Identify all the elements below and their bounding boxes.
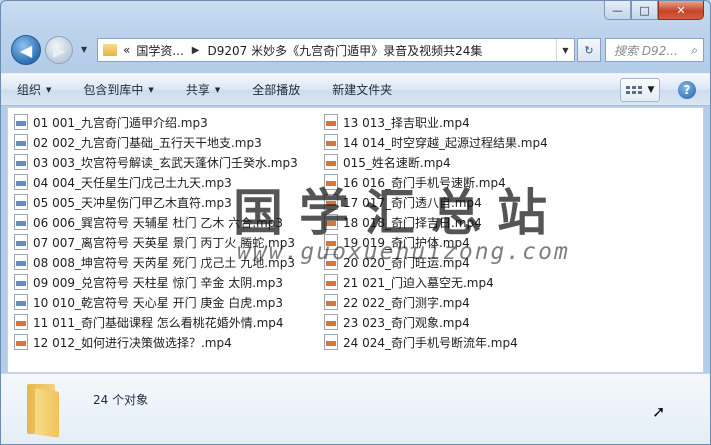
organize-label: 组织: [17, 83, 42, 97]
video-file-icon: [324, 134, 338, 150]
help-icon[interactable]: ?: [678, 81, 696, 99]
video-file-icon: [14, 314, 28, 330]
audio-file-icon: [14, 214, 28, 230]
file-name: 015_姓名速断.mp4: [343, 155, 451, 170]
file-item[interactable]: 02 002_九宫奇门基础_五行天干地支.mp3: [14, 132, 298, 152]
audio-file-icon: [14, 274, 28, 290]
chevron-down-icon: ▼: [647, 85, 655, 95]
file-name: 05 005_天冲星伤门甲乙木直符.mp3: [33, 195, 232, 210]
video-file-icon: [324, 154, 338, 170]
share-button[interactable]: 共享 ▼: [186, 81, 220, 98]
video-file-icon: [324, 274, 338, 290]
file-name: 11 011_奇门基础课程 怎么看桃花婚外情.mp4: [33, 315, 284, 330]
audio-file-icon: [14, 174, 28, 190]
view-controls: ▼ ?: [620, 78, 696, 102]
search-input[interactable]: 搜索 D92... ⌕: [605, 38, 704, 62]
audio-file-icon: [14, 254, 28, 270]
play-all-button[interactable]: 全部播放: [252, 81, 300, 98]
change-view-button[interactable]: ▼: [620, 78, 660, 102]
include-in-library-button[interactable]: 包含到库中 ▼: [83, 81, 153, 98]
video-file-icon: [324, 314, 338, 330]
file-item[interactable]: 09 009_兑宫符号 天柱星 惊门 辛金 太阴.mp3: [14, 272, 298, 292]
video-file-icon: [14, 334, 28, 350]
audio-file-icon: [14, 194, 28, 210]
audio-file-icon: [14, 134, 28, 150]
file-name: 03 003_坎宫符号解读_玄武天蓬休门壬癸水.mp3: [33, 155, 298, 170]
close-button[interactable]: ✕: [658, 1, 704, 20]
file-name: 10 010_乾宫符号 天心星 开门 庚金 白虎.mp3: [33, 295, 284, 310]
folder-icon: [27, 384, 67, 438]
file-name: 12 012_如何进行决策做选择？.mp4: [33, 335, 232, 350]
breadcrumb-separator-icon[interactable]: ▶: [192, 45, 200, 56]
file-name: 23 023_奇门观象.mp4: [343, 315, 470, 330]
file-item[interactable]: 015_姓名速断.mp4: [324, 152, 548, 172]
file-name: 24 024_奇门手机号断流年.mp4: [343, 335, 518, 350]
file-item[interactable]: 03 003_坎宫符号解读_玄武天蓬休门壬癸水.mp3: [14, 152, 298, 172]
file-item[interactable]: 10 010_乾宫符号 天心星 开门 庚金 白虎.mp3: [14, 292, 298, 312]
organize-button[interactable]: 组织 ▼: [17, 81, 51, 98]
video-file-icon: [324, 334, 338, 350]
file-name: 01 001_九宫奇门遁甲介绍.mp3: [33, 115, 208, 130]
file-name: 09 009_兑宫符号 天柱星 惊门 辛金 太阴.mp3: [33, 275, 284, 290]
share-label: 共享: [185, 83, 210, 97]
back-arrow-icon[interactable]: ◀: [11, 35, 41, 65]
file-item[interactable]: 12 012_如何进行决策做选择？.mp4: [14, 332, 298, 352]
video-file-icon: [324, 114, 338, 130]
recent-pages-dropdown-icon[interactable]: ▼: [81, 45, 87, 54]
file-item[interactable]: 21 021_门迫入墓空无.mp4: [324, 272, 548, 292]
mouse-cursor-icon: ➚: [652, 402, 666, 421]
file-name: 13 013_择吉职业.mp4: [343, 115, 470, 130]
address-overflow-chevron[interactable]: «: [123, 43, 130, 57]
file-item[interactable]: 13 013_择吉职业.mp4: [324, 112, 548, 132]
breadcrumb-current[interactable]: D9207 米妙多《九宫奇门遁甲》录音及视频共24集: [208, 42, 483, 59]
audio-file-icon: [14, 114, 28, 130]
item-count: 24 个对象: [93, 393, 149, 407]
file-item[interactable]: 24 024_奇门手机号断流年.mp4: [324, 332, 548, 352]
video-file-icon: [324, 294, 338, 310]
new-folder-button[interactable]: 新建文件夹: [332, 81, 392, 98]
file-item[interactable]: 01 001_九宫奇门遁甲介绍.mp3: [14, 112, 298, 132]
file-item[interactable]: 14 014_时空穿越_起源过程结果.mp4: [324, 132, 548, 152]
watermark-url: www.guoxuehuizong.com: [237, 239, 570, 265]
chevron-down-icon: ▼: [214, 85, 221, 94]
file-item[interactable]: 22 022_奇门测字.mp4: [324, 292, 548, 312]
audio-file-icon: [14, 294, 28, 310]
command-bar: 组织 ▼ 包含到库中 ▼ 共享 ▼ 全部播放 新建文件夹 ▼ ?: [1, 73, 710, 106]
breadcrumb-parent[interactable]: 国学资...: [136, 42, 183, 59]
file-name: 14 014_时空穿越_起源过程结果.mp4: [343, 135, 548, 150]
explorer-window: — □ ✕ ◀ ▶ ▼ « 国学资... ▶ D9207 米妙多《九宫奇门遁甲》…: [0, 0, 711, 445]
caption-buttons: — □ ✕: [604, 1, 704, 20]
audio-file-icon: [14, 234, 28, 250]
details-pane: 24 个对象: [1, 373, 710, 444]
file-name: 21 021_门迫入墓空无.mp4: [343, 275, 494, 290]
watermark-title: 国学汇总站: [233, 183, 563, 242]
search-icon[interactable]: ⌕: [691, 43, 698, 58]
maximize-button[interactable]: □: [631, 1, 658, 20]
chevron-down-icon: ▼: [148, 85, 154, 94]
file-item[interactable]: 23 023_奇门观象.mp4: [324, 312, 548, 332]
list-view-icon: [625, 86, 642, 94]
minimize-button[interactable]: —: [604, 1, 631, 20]
chevron-down-icon: ▼: [46, 85, 52, 94]
include-library-label: 包含到库中: [83, 83, 144, 97]
folder-icon: [103, 44, 117, 56]
file-item[interactable]: 11 011_奇门基础课程 怎么看桃花婚外情.mp4: [14, 312, 298, 332]
audio-file-icon: [14, 154, 28, 170]
search-placeholder: 搜索 D92...: [614, 43, 678, 58]
file-name: 22 022_奇门测字.mp4: [343, 295, 470, 310]
forward-arrow-icon[interactable]: ▶: [45, 36, 73, 64]
address-dropdown-icon[interactable]: ▼: [556, 39, 574, 61]
refresh-icon[interactable]: ↻: [577, 38, 601, 62]
address-bar[interactable]: « 国学资... ▶ D9207 米妙多《九宫奇门遁甲》录音及视频共24集 ▼: [97, 38, 575, 62]
file-name: 02 002_九宫奇门基础_五行天干地支.mp3: [33, 135, 262, 150]
file-name: 04 004_天任星生门戊己土九天.mp3: [33, 175, 232, 190]
navigation-bar: ◀ ▶ ▼ « 国学资... ▶ D9207 米妙多《九宫奇门遁甲》录音及视频共…: [11, 35, 704, 65]
